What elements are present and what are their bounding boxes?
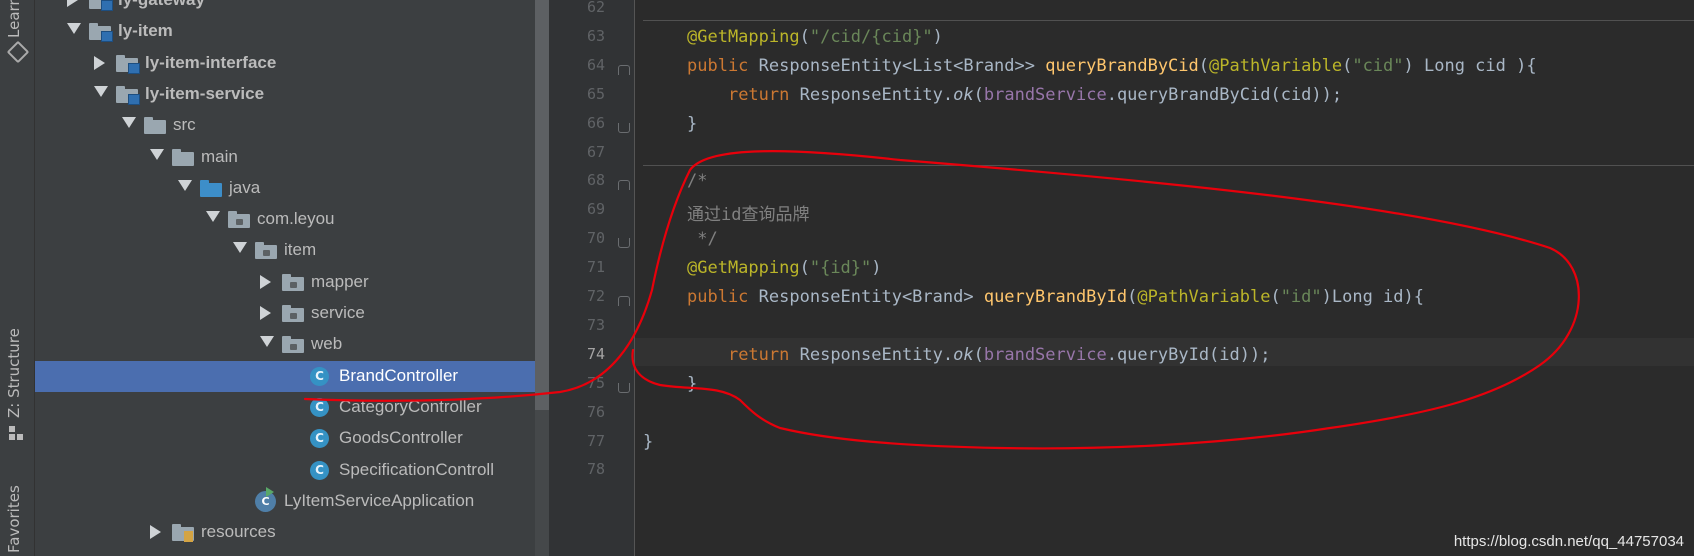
watermark: https://blog.csdn.net/qq_44757034 xyxy=(1453,533,1684,550)
red-annotation-circle xyxy=(303,150,1580,450)
